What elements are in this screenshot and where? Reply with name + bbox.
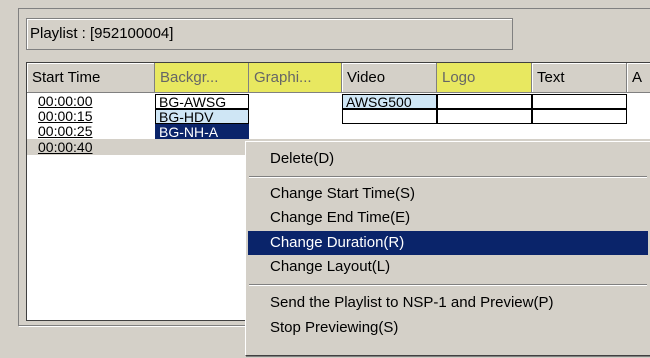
menu-item-delete[interactable]: Delete(D) [248,147,648,171]
playlist-label-box: Playlist : [952100004] [26,18,513,50]
menu-item-send-playlist-preview[interactable]: Send the Playlist to NSP-1 and Preview(P… [248,291,648,315]
menu-item-change-start-time[interactable]: Change Start Time(S) [248,182,648,206]
context-menu: Delete(D) Change Start Time(S) Change En… [245,141,650,356]
column-header-text[interactable]: Text [532,63,627,93]
table-cell-video[interactable]: AWSG500 [342,94,437,109]
menu-separator [249,176,647,178]
table-cell-text[interactable] [532,109,627,124]
table-cell-logo[interactable] [437,109,532,124]
table-row-start-time[interactable]: 00:00:15 [27,109,155,124]
menu-separator [249,284,647,286]
column-header-video[interactable]: Video [342,63,437,93]
playlist-panel: Playlist : [952100004] Start Time Backgr… [0,0,650,358]
table-row-start-time[interactable]: 00:00:25 [27,124,155,139]
table-cell-logo[interactable] [437,94,532,109]
menu-item-change-duration[interactable]: Change Duration(R) [248,231,648,255]
table-row-start-time[interactable]: 00:00:00 [27,94,155,109]
menu-item-change-layout[interactable]: Change Layout(L) [248,255,648,279]
table-cell-background[interactable]: BG-HDV [155,109,249,124]
column-header-a[interactable]: A [627,63,650,93]
table-cell-text[interactable] [532,94,627,109]
menu-item-change-end-time[interactable]: Change End Time(E) [248,206,648,230]
column-header-logo[interactable]: Logo [437,63,532,93]
table-row-start-time[interactable]: 00:00:40 [27,140,155,155]
column-header-background[interactable]: Backgr... [155,63,249,93]
column-header-start-time[interactable]: Start Time [27,63,155,93]
table-cell-background-selected[interactable]: BG-NH-A [155,124,249,139]
column-header-graphics[interactable]: Graphi... [249,63,342,93]
table-cell-background[interactable]: BG-AWSG [155,94,249,109]
table-cell-video[interactable] [342,109,437,124]
playlist-label: Playlist : [952100004] [30,25,174,42]
menu-item-stop-previewing[interactable]: Stop Previewing(S) [248,316,648,340]
